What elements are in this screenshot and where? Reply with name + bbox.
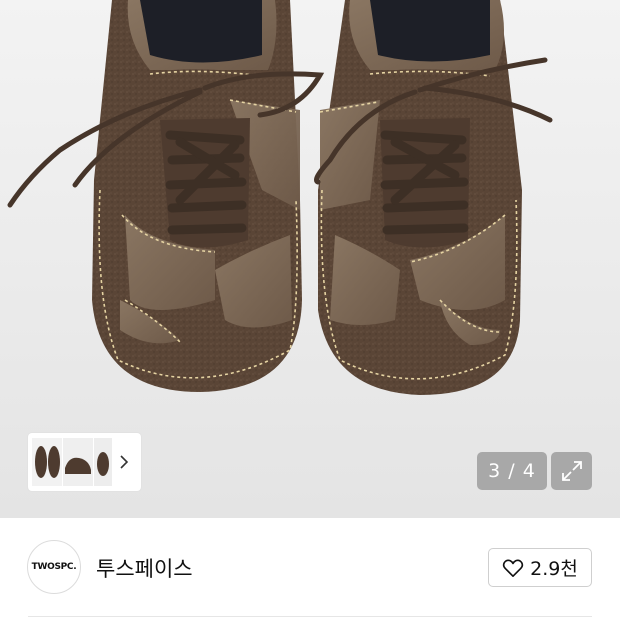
expand-button[interactable] (551, 452, 592, 490)
divider (28, 616, 592, 617)
thumbnail-shoes-side-view[interactable] (63, 438, 93, 486)
brand-name[interactable]: 투스페이스 (96, 553, 193, 583)
like-count: 2.9천 (530, 558, 578, 580)
brand-logo[interactable]: TWOSPC. (27, 540, 81, 594)
right-shoe (314, 0, 553, 395)
thumbnail-shoes-top-view[interactable] (32, 438, 62, 486)
image-page-counter: 3 / 4 (477, 452, 547, 490)
like-button[interactable]: 2.9천 (488, 548, 592, 587)
left-shoe (7, 0, 325, 392)
product-image-gallery[interactable]: 3 / 4 (0, 0, 620, 518)
thumbnail-strip (28, 433, 141, 491)
expand-icon (561, 461, 582, 481)
chevron-right-icon[interactable] (113, 438, 135, 486)
thumbnail-shoes-angled[interactable] (94, 438, 112, 486)
brand-row[interactable]: TWOSPC. 투스페이스 2.9천 (0, 518, 620, 618)
heart-outline-icon (502, 559, 524, 577)
